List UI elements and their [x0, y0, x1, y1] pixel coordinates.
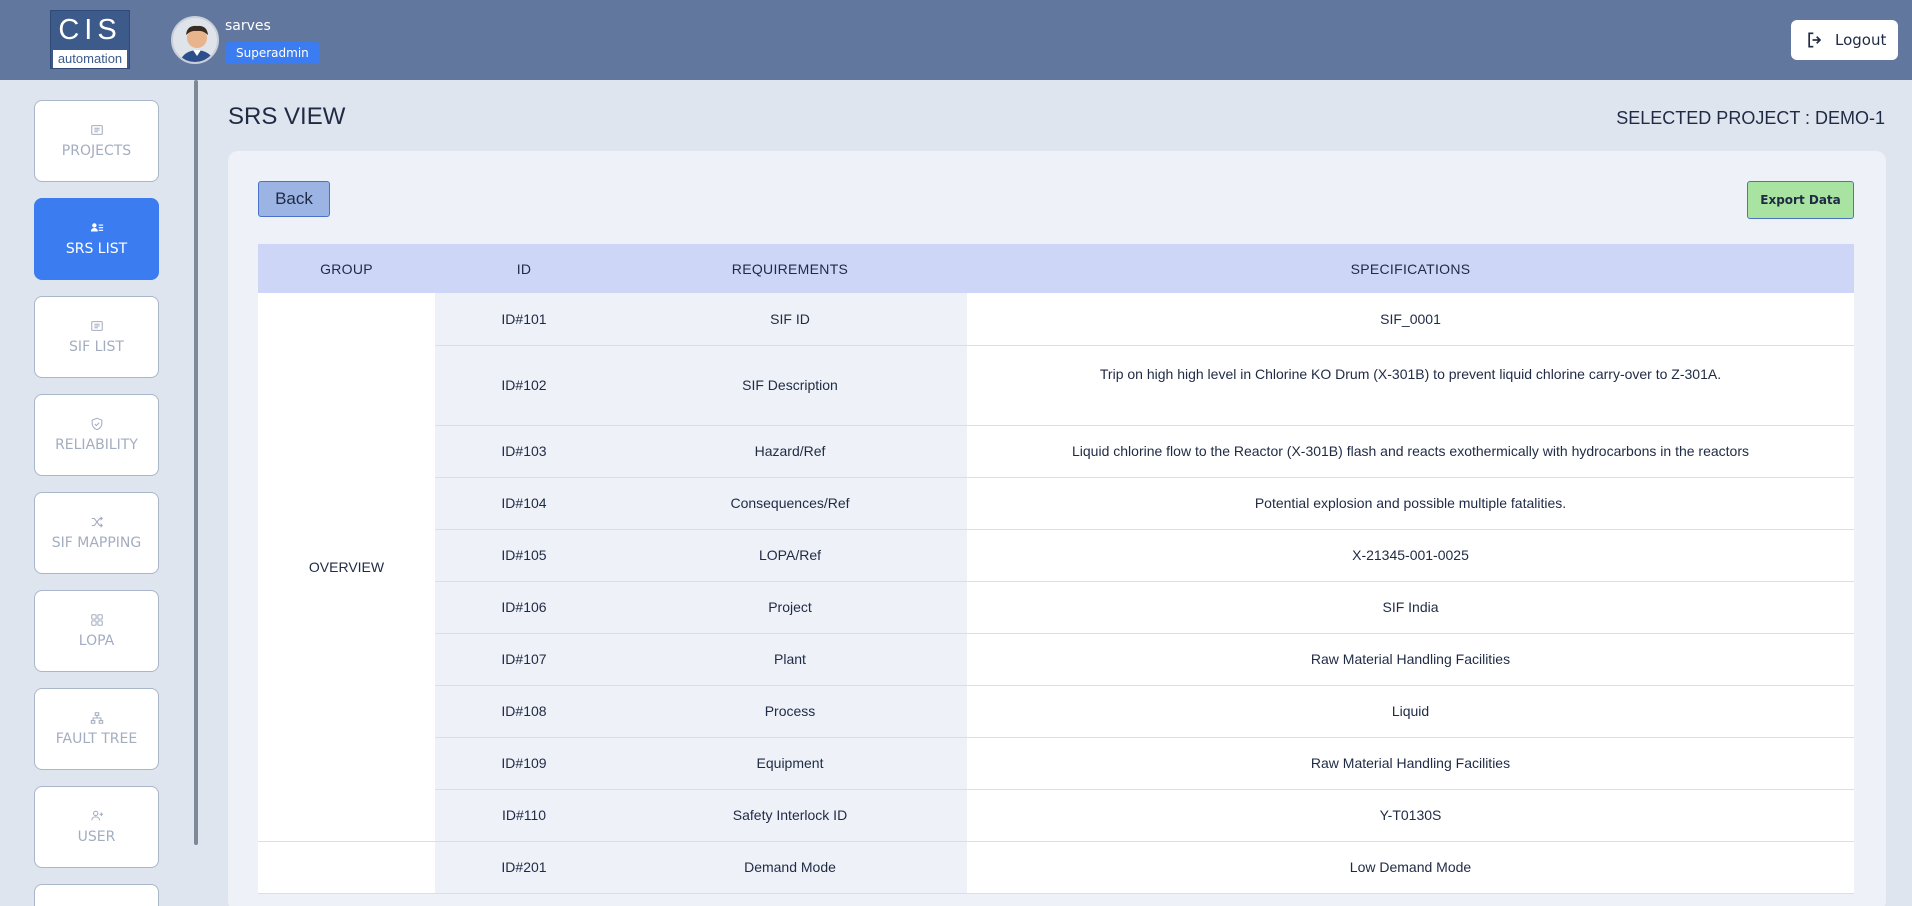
- users-list-icon: [90, 223, 103, 232]
- username: sarves: [225, 18, 271, 34]
- role-badge: Superadmin: [225, 42, 320, 64]
- id-cell: ID#109: [435, 737, 613, 790]
- table-row: ID#108 Process Liquid: [258, 685, 1854, 738]
- table-row: ID#102 SIF Description Trip on high high…: [258, 345, 1854, 426]
- column-header-requirements[interactable]: REQUIREMENTS: [613, 244, 967, 293]
- requirement-cell: LOPA/Ref: [613, 529, 967, 582]
- sidebar-item-user[interactable]: USER: [34, 786, 159, 868]
- sidebar-item-label: USER: [77, 829, 116, 845]
- app-header: CIS automation sarves Superadmin Logout: [0, 0, 1912, 80]
- table-row: ID#109 Equipment Raw Material Handling F…: [258, 737, 1854, 790]
- logout-icon: [1808, 32, 1822, 48]
- specification-cell: X-21345-001-0025: [967, 529, 1854, 582]
- id-cell: ID#201: [435, 841, 613, 894]
- requirement-cell: Project: [613, 581, 967, 634]
- table-row: OVERVIEW ID#101 SIF ID SIF_0001: [258, 293, 1854, 842]
- specification-cell: Liquid: [967, 685, 1854, 738]
- id-cell: ID#110: [435, 789, 613, 842]
- sidebar-item-partial[interactable]: [34, 884, 159, 906]
- table-row: ID#107 Plant Raw Material Handling Facil…: [258, 633, 1854, 686]
- export-data-button[interactable]: Export Data: [1747, 181, 1854, 219]
- sidebar-item-sif-list[interactable]: SIF LIST: [34, 296, 159, 378]
- group-overview: OVERVIEW: [258, 293, 435, 842]
- requirement-cell: Equipment: [613, 737, 967, 790]
- sidebar-item-projects[interactable]: PROJECTS: [34, 100, 159, 182]
- id-cell: ID#107: [435, 633, 613, 686]
- requirement-cell: Plant: [613, 633, 967, 686]
- id-cell: ID#102: [435, 345, 613, 426]
- column-header-group[interactable]: GROUP: [258, 244, 435, 293]
- page-title: SRS VIEW: [228, 103, 346, 130]
- shield-check-icon: [91, 417, 102, 431]
- id-cell: ID#103: [435, 425, 613, 478]
- sidebar-item-srs-list[interactable]: SRS LIST: [34, 198, 159, 280]
- user-avatar-icon: [173, 18, 217, 62]
- user-plus-icon: [90, 810, 103, 821]
- back-button[interactable]: Back: [258, 181, 330, 217]
- grid-icon: [90, 614, 103, 626]
- table-row: ID#103 Hazard/Ref Liquid chlorine flow t…: [258, 425, 1854, 478]
- srs-table: GROUP ID REQUIREMENTS SPECIFICATIONS OVE…: [258, 244, 1854, 894]
- table-row: ID#201 Demand Mode Low Demand Mode: [258, 841, 1854, 894]
- specification-cell: Raw Material Handling Facilities: [967, 737, 1854, 790]
- group-cell: [258, 841, 435, 894]
- column-header-specifications[interactable]: SPECIFICATIONS: [967, 244, 1854, 293]
- sidebar-item-reliability[interactable]: RELIABILITY: [34, 394, 159, 476]
- table-row: ID#110 Safety Interlock ID Y-T0130S: [258, 789, 1854, 842]
- sidebar-item-lopa[interactable]: LOPA: [34, 590, 159, 672]
- requirement-cell: Demand Mode: [613, 841, 967, 894]
- sidebar-item-fault-tree[interactable]: FAULT TREE: [34, 688, 159, 770]
- logout-label: Logout: [1835, 31, 1887, 49]
- specification-cell: Liquid chlorine flow to the Reactor (X-3…: [967, 425, 1854, 478]
- id-cell: ID#106: [435, 581, 613, 634]
- table-header-row: GROUP ID REQUIREMENTS SPECIFICATIONS: [258, 244, 1854, 293]
- specification-cell: SIF India: [967, 581, 1854, 634]
- sidebar-item-label: SRS LIST: [65, 241, 128, 257]
- avatar[interactable]: [171, 16, 219, 64]
- cis-logo: CIS automation: [50, 10, 130, 69]
- requirement-cell: Consequences/Ref: [613, 477, 967, 530]
- sidebar-item-sif-mapping[interactable]: SIF MAPPING: [34, 492, 159, 574]
- list-icon: [90, 125, 103, 135]
- sidebar-item-label: PROJECTS: [61, 143, 132, 159]
- sidebar-item-label: LOPA: [78, 633, 115, 649]
- list-icon: [90, 321, 103, 331]
- specification-cell: Trip on high high level in Chlorine KO D…: [967, 345, 1854, 426]
- sidebar-item-label: FAULT TREE: [55, 731, 138, 747]
- column-header-id[interactable]: ID: [435, 244, 613, 293]
- sidebar-item-label: SIF MAPPING: [51, 535, 142, 551]
- hierarchy-icon: [90, 712, 103, 724]
- sidebar-item-label: SIF LIST: [69, 339, 124, 355]
- specification-cell: Low Demand Mode: [967, 841, 1854, 894]
- table-row: ID#106 Project SIF India: [258, 581, 1854, 634]
- logo-subtext: automation: [53, 50, 127, 68]
- requirement-cell: SIF ID: [613, 293, 967, 346]
- requirement-cell: Hazard/Ref: [613, 425, 967, 478]
- specification-cell: Raw Material Handling Facilities: [967, 633, 1854, 686]
- logo-text: CIS: [58, 14, 122, 46]
- specification-cell: Potential explosion and possible multipl…: [967, 477, 1854, 530]
- selected-project-label: SELECTED PROJECT : DEMO-1: [1616, 108, 1885, 128]
- sidebar-scrollbar[interactable]: [194, 80, 198, 845]
- id-cell: ID#101: [435, 293, 613, 346]
- id-cell: ID#104: [435, 477, 613, 530]
- requirement-cell: Process: [613, 685, 967, 738]
- specification-cell: SIF_0001: [967, 293, 1854, 346]
- shuffle-icon: [91, 516, 103, 528]
- specification-cell: Y-T0130S: [967, 789, 1854, 842]
- id-cell: ID#105: [435, 529, 613, 582]
- sidebar-item-label: RELIABILITY: [55, 437, 138, 453]
- requirement-cell: SIF Description: [613, 345, 967, 426]
- table-row: ID#104 Consequences/Ref Potential explos…: [258, 477, 1854, 530]
- table-row: ID#105 LOPA/Ref X-21345-001-0025: [258, 529, 1854, 582]
- logout-button[interactable]: Logout: [1791, 20, 1898, 60]
- requirement-cell: Safety Interlock ID: [613, 789, 967, 842]
- id-cell: ID#108: [435, 685, 613, 738]
